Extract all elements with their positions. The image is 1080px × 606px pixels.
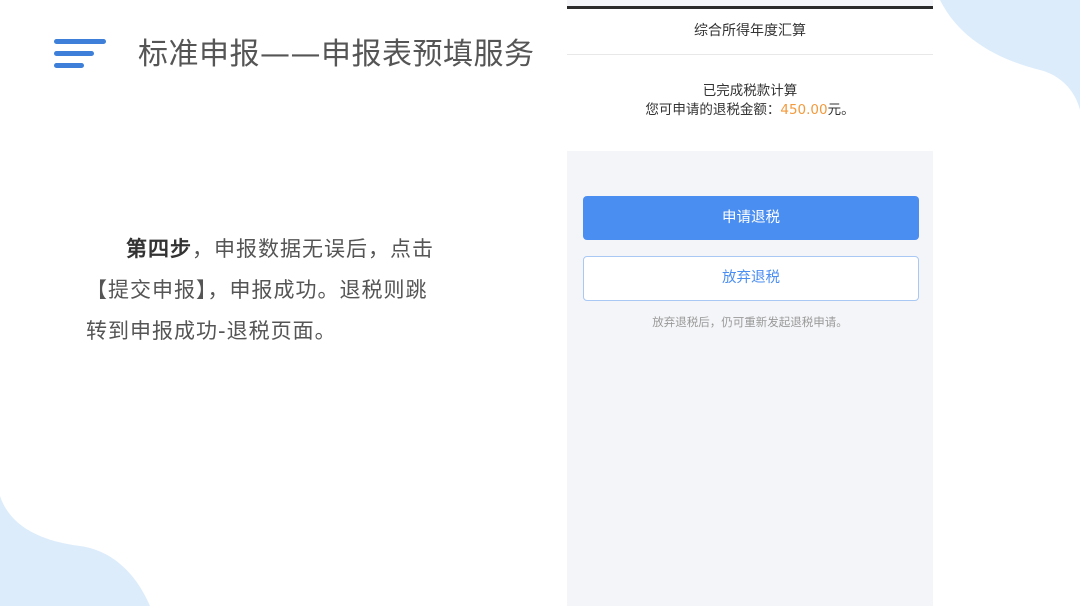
step-description: 第四步，申报数据无误后，点击【提交申报】，申报成功。退税则跳转到申报成功-退税页…: [86, 229, 446, 352]
refund-suffix: 元。: [827, 102, 855, 118]
refund-amount: 450.00: [780, 102, 828, 118]
phone-screenshot: 综合所得年度汇算 已完成税款计算 您可申请的退税金额：450.00元。 申请退税…: [567, 0, 933, 606]
status-line: 已完成税款计算: [702, 83, 798, 99]
refund-line: 您可申请的退税金额：450.00元。: [567, 101, 933, 119]
result-card: 已完成税款计算 您可申请的退税金额：450.00元。: [567, 55, 933, 151]
refund-prefix: 您可申请的退税金额：: [645, 102, 781, 118]
nav-title: 综合所得年度汇算: [567, 9, 933, 55]
apply-refund-button[interactable]: 申请退税: [583, 196, 919, 240]
hint-text: 放弃退税后，仍可重新发起退税申请。: [652, 315, 848, 329]
step-label: 第四步: [126, 237, 192, 261]
abandon-refund-button[interactable]: 放弃退税: [583, 256, 919, 301]
slide-title: 标准申报——申报表预填服务: [138, 37, 535, 72]
bottom-left-blob: [0, 496, 150, 606]
menu-icon: [54, 39, 106, 69]
